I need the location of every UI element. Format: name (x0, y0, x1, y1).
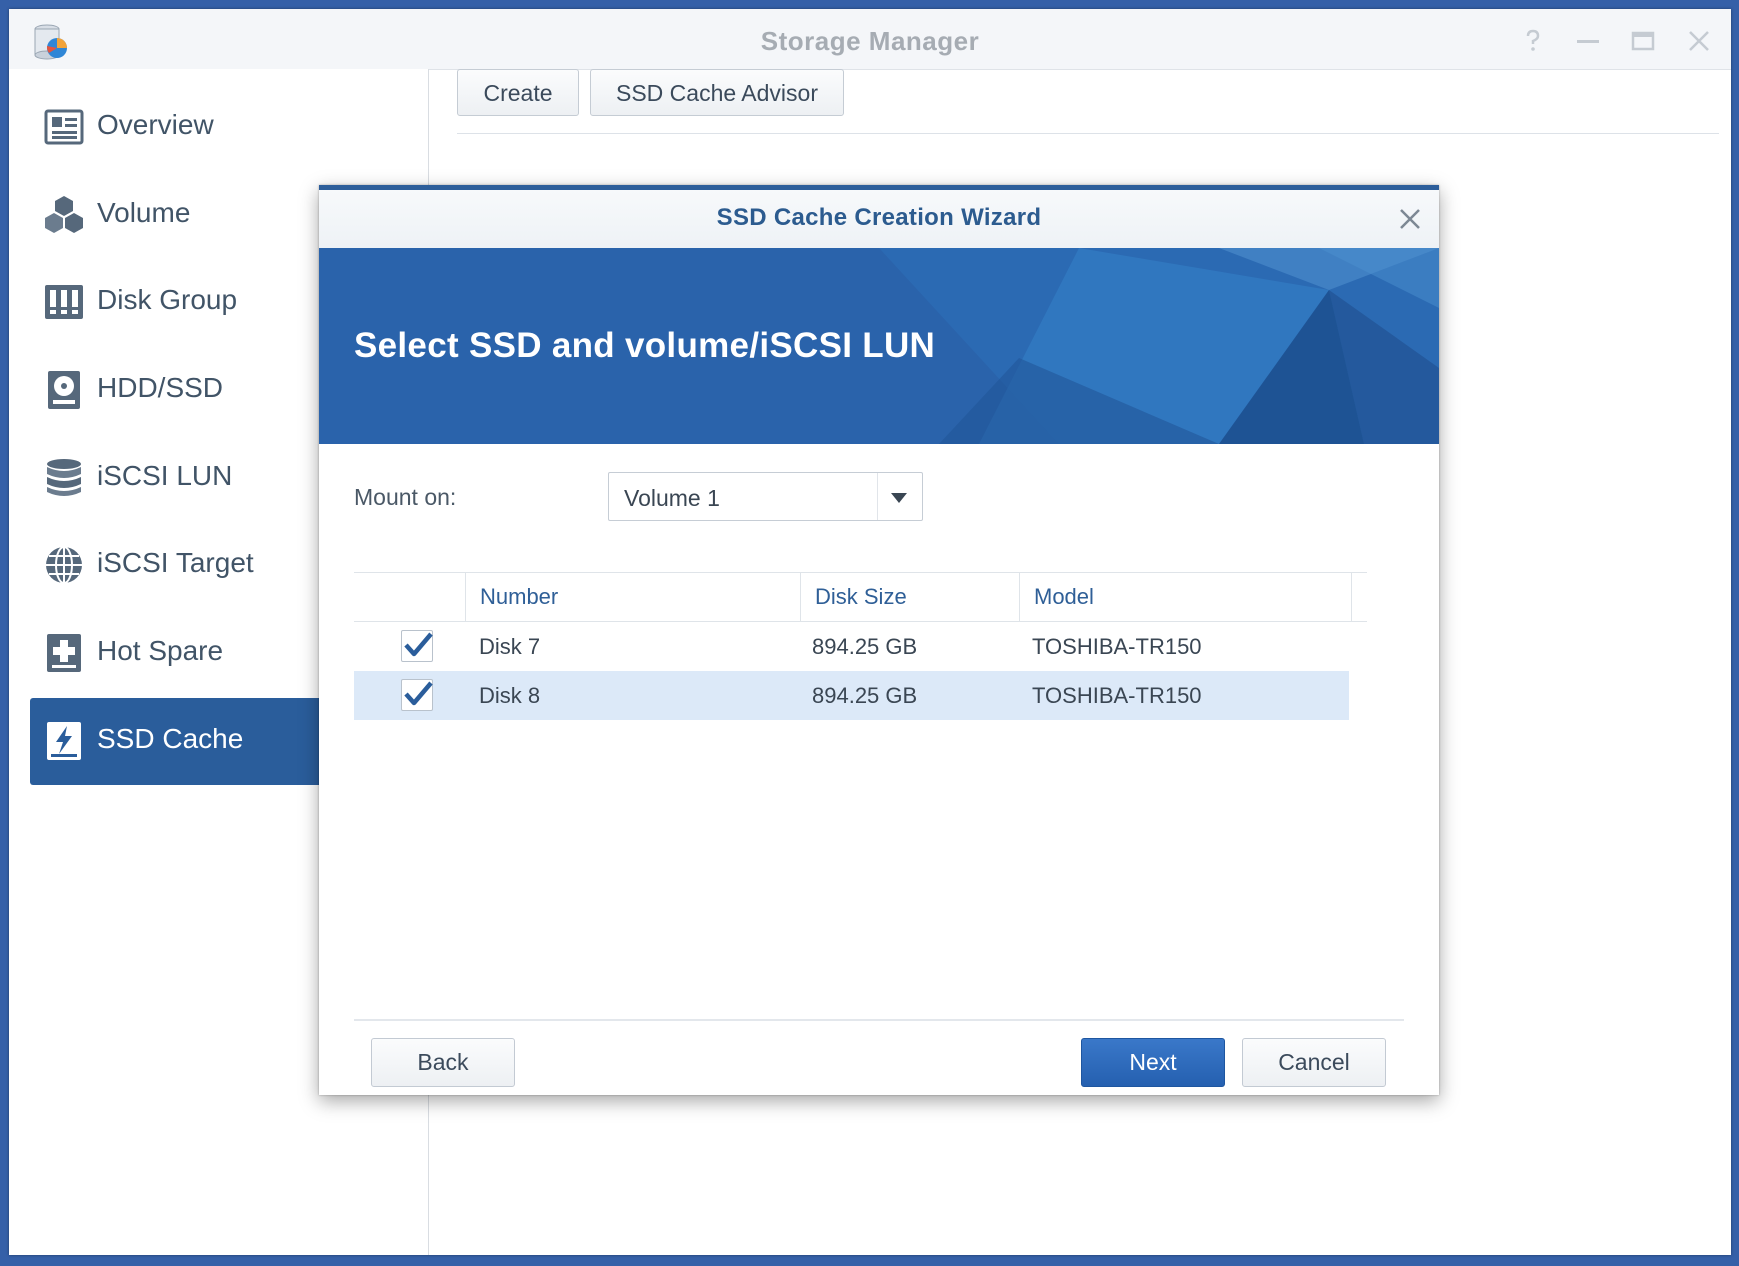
dialog-footer-divider (354, 1019, 1404, 1021)
close-icon[interactable] (1685, 27, 1713, 55)
cancel-button[interactable]: Cancel (1242, 1038, 1386, 1087)
sidebar-item-label: Hot Spare (97, 635, 224, 666)
storage-manager-window: Storage Manager Overview Volume Disk Gro… (9, 9, 1731, 1255)
table-header-row: Number Disk Size Model (354, 572, 1367, 622)
checkmark-icon (404, 681, 433, 706)
row-checkbox[interactable] (401, 630, 433, 662)
mount-on-label: Mount on: (354, 484, 457, 510)
cell-number: Disk 8 (479, 683, 541, 708)
help-icon[interactable] (1519, 27, 1547, 55)
checkmark-icon (404, 632, 433, 657)
chevron-down-icon[interactable] (890, 491, 908, 503)
mount-on-value: Volume 1 (624, 485, 720, 511)
toolbar-divider (457, 133, 1719, 134)
sidebar-item-label: Volume (97, 197, 191, 228)
dialog-title: SSD Cache Creation Wizard (716, 204, 1042, 231)
column-header-number[interactable]: Number (465, 573, 800, 621)
row-checkbox[interactable] (401, 679, 433, 711)
cell-model: TOSHIBA-TR150 (1032, 634, 1202, 659)
dialog-close-icon[interactable] (1395, 204, 1425, 234)
back-button[interactable]: Back (371, 1038, 515, 1087)
column-header-disk-size[interactable]: Disk Size (800, 573, 1019, 621)
window-title: Storage Manager (760, 26, 980, 56)
cell-model: TOSHIBA-TR150 (1032, 683, 1202, 708)
column-header-model[interactable]: Model (1019, 573, 1352, 621)
hot-spare-icon (43, 632, 85, 674)
sidebar-item-overview[interactable]: Overview (30, 84, 430, 171)
next-button[interactable]: Next (1081, 1038, 1225, 1087)
maximize-icon[interactable] (1629, 27, 1657, 55)
select-separator (877, 473, 878, 520)
ssd-cache-wizard-dialog: SSD Cache Creation Wizard Select SSD and… (319, 185, 1439, 1095)
table-row[interactable]: Disk 8 894.25 GB TOSHIBA-TR150 (354, 671, 1349, 720)
window-titlebar[interactable]: Storage Manager (9, 9, 1731, 70)
ssd-cache-icon (43, 720, 85, 762)
banner-title: Select SSD and volume/iSCSI LUN (354, 326, 936, 365)
ssd-cache-advisor-button[interactable]: SSD Cache Advisor (590, 69, 844, 116)
database-icon (43, 457, 85, 499)
volume-icon (43, 194, 85, 236)
globe-icon (43, 544, 85, 586)
sidebar-item-label: SSD Cache (97, 723, 244, 754)
sidebar-item-label: iSCSI LUN (97, 460, 233, 491)
sidebar-item-label: Overview (97, 109, 214, 140)
sidebar-item-label: Disk Group (97, 284, 238, 315)
mount-on-select[interactable]: Volume 1 (608, 472, 923, 521)
create-button[interactable]: Create (457, 69, 579, 116)
cell-disk-size: 894.25 GB (812, 683, 918, 708)
overview-icon (43, 106, 85, 148)
sidebar-item-label: iSCSI Target (97, 547, 254, 578)
sidebar-item-label: HDD/SSD (97, 372, 224, 403)
table-row[interactable]: Disk 7 894.25 GB TOSHIBA-TR150 (354, 622, 1349, 671)
minimize-icon[interactable] (1574, 27, 1602, 55)
dialog-titlebar[interactable]: SSD Cache Creation Wizard (319, 190, 1439, 248)
cell-disk-size: 894.25 GB (812, 634, 918, 659)
hdd-icon (43, 369, 85, 411)
disk-group-icon (43, 281, 85, 323)
wizard-banner: Select SSD and volume/iSCSI LUN (319, 248, 1439, 444)
cell-number: Disk 7 (479, 634, 541, 659)
